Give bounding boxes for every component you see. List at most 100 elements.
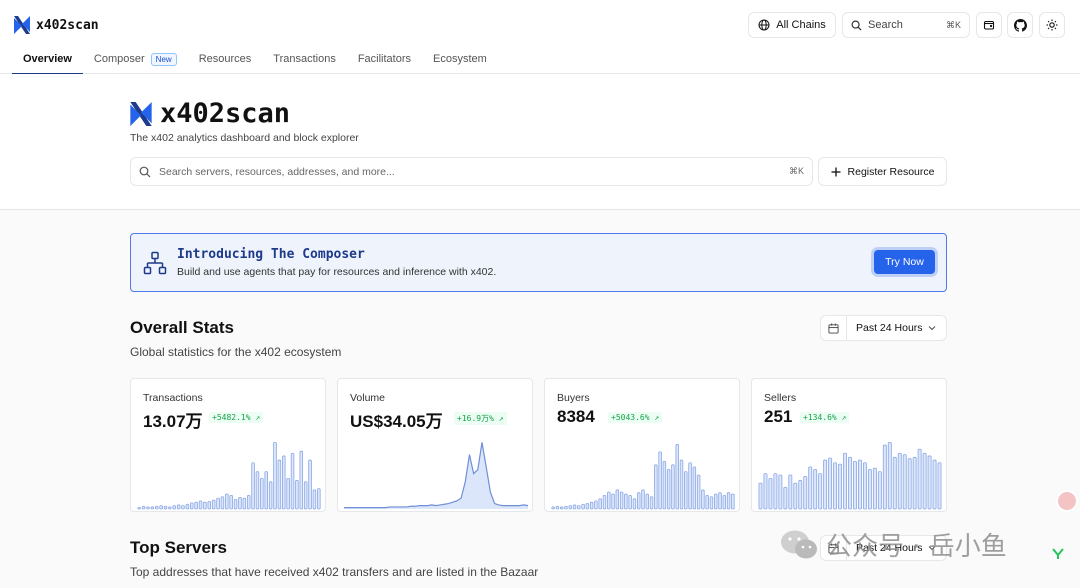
chart-bar — [577, 505, 581, 510]
chart-bar — [277, 459, 282, 510]
tab-ecosystem[interactable]: Ecosystem — [422, 44, 498, 74]
theme-toggle-button[interactable] — [1039, 12, 1065, 38]
chart-bar — [783, 486, 788, 510]
chart-bar — [932, 459, 937, 510]
tab-transactions[interactable]: Transactions — [262, 44, 347, 74]
stat-change: +5043.6% — [611, 413, 650, 422]
chart-bar — [264, 471, 268, 510]
chart-bar — [803, 475, 808, 510]
chart-bar — [823, 459, 828, 510]
tab-label: Transactions — [273, 53, 336, 65]
chart-bar — [150, 506, 155, 510]
chart-bar — [268, 481, 273, 510]
tab-resources[interactable]: Resources — [188, 44, 263, 74]
chart-bar — [662, 460, 667, 510]
chart-bar — [666, 469, 671, 510]
chart-bar — [242, 497, 247, 510]
chart-bar — [168, 506, 172, 510]
stat-card-volume[interactable]: Volume US$34.05万 +16.9万% ↗ — [337, 378, 533, 512]
chart-bar — [862, 462, 867, 510]
tab-composer[interactable]: Composer New — [83, 44, 188, 74]
wallet-button[interactable] — [976, 12, 1002, 38]
period-value: Past 24 Hours — [856, 322, 923, 334]
chart-bar — [705, 495, 709, 510]
stat-card-buyers[interactable]: Buyers 8384 +5043.6% ↗ — [544, 378, 740, 512]
floating-avatar-badge[interactable] — [1056, 490, 1078, 512]
tab-label: Resources — [198, 53, 252, 65]
stat-label: Sellers — [764, 392, 797, 404]
chart-bar — [220, 496, 225, 510]
chart-bar — [892, 456, 897, 510]
chart-bar — [159, 505, 163, 510]
stats-period-select[interactable]: Past 24 Hours — [820, 315, 947, 341]
composer-promo-banner: Introducing The Composer Build and use a… — [130, 233, 947, 292]
header-search-button[interactable]: Search ⌘K — [842, 12, 970, 38]
stat-card-transactions[interactable]: Transactions 13.07万 +5482.1% ↗ — [130, 378, 326, 512]
chart-bar — [813, 469, 818, 510]
chart-bar — [317, 488, 321, 510]
tab-overview[interactable]: Overview — [0, 44, 83, 75]
chart-bar — [585, 503, 590, 510]
tab-label: Overview — [23, 53, 72, 65]
chart-bar — [848, 456, 852, 510]
chart-bar — [238, 497, 242, 510]
chart-bar — [701, 489, 705, 510]
y-logo-icon — [1052, 548, 1064, 559]
github-button[interactable] — [1007, 12, 1033, 38]
stat-change-badge: +5043.6% ↗ — [608, 412, 663, 423]
globe-icon — [758, 19, 770, 31]
chart-bar — [649, 496, 654, 510]
chart-bar — [141, 505, 146, 510]
chart-bar — [858, 459, 862, 510]
chart-bar — [922, 452, 927, 510]
volume-sparkline — [344, 442, 529, 509]
home-logo-link[interactable]: x402scan — [14, 16, 99, 34]
overall-stats-title: Overall Stats — [130, 318, 234, 337]
chart-bar — [917, 448, 922, 510]
try-now-button[interactable]: Try Now — [874, 250, 935, 274]
chart-bar — [555, 505, 560, 510]
stat-change-badge: +134.6% ↗ — [800, 412, 850, 423]
hero-title: x402scan — [130, 98, 290, 129]
all-chains-button[interactable]: All Chains — [748, 12, 836, 38]
chart-bar — [137, 507, 141, 510]
chart-bar — [572, 504, 577, 510]
chart-bar — [838, 463, 842, 510]
chart-bar — [568, 505, 572, 510]
chart-bar — [198, 500, 203, 510]
wechat-watermark: 公众号 · 岳小鱼 — [780, 526, 1007, 563]
chart-bar — [154, 505, 159, 510]
chart-bar — [172, 505, 176, 510]
chart-bar — [233, 499, 238, 510]
github-icon — [1013, 18, 1027, 32]
x402-logo-icon — [130, 101, 152, 126]
chart-line — [344, 442, 529, 509]
chart-bar — [251, 462, 255, 510]
chart-bar — [581, 503, 585, 510]
chart-bar — [798, 480, 803, 510]
chart-bar — [788, 474, 793, 510]
chart-bar — [768, 478, 773, 510]
stat-value: US$34.05万 — [350, 412, 443, 431]
stat-card-sellers[interactable]: Sellers 251 +134.6% ↗ — [751, 378, 947, 512]
chart-bar — [843, 452, 847, 510]
chart-bar — [882, 444, 887, 510]
chart-bar — [163, 505, 168, 510]
chart-bar — [645, 493, 650, 510]
chart-bar — [853, 460, 857, 510]
stat-value: 8384 — [557, 407, 595, 426]
chart-bar — [731, 493, 735, 510]
chart-bar — [912, 456, 917, 510]
register-resource-button[interactable]: Register Resource — [818, 157, 947, 186]
chart-bar — [246, 495, 251, 510]
chart-bar — [808, 466, 813, 510]
tab-facilitators[interactable]: Facilitators — [347, 44, 422, 74]
promo-title: Introducing The Composer — [177, 247, 365, 262]
chart-bar — [229, 495, 233, 510]
chart-bar — [867, 469, 872, 510]
plus-icon — [831, 167, 841, 176]
chart-bar — [763, 473, 768, 510]
main-search-input[interactable]: Search servers, resources, addresses, an… — [130, 157, 813, 186]
chart-bar — [696, 474, 701, 510]
chart-bar — [671, 464, 675, 510]
